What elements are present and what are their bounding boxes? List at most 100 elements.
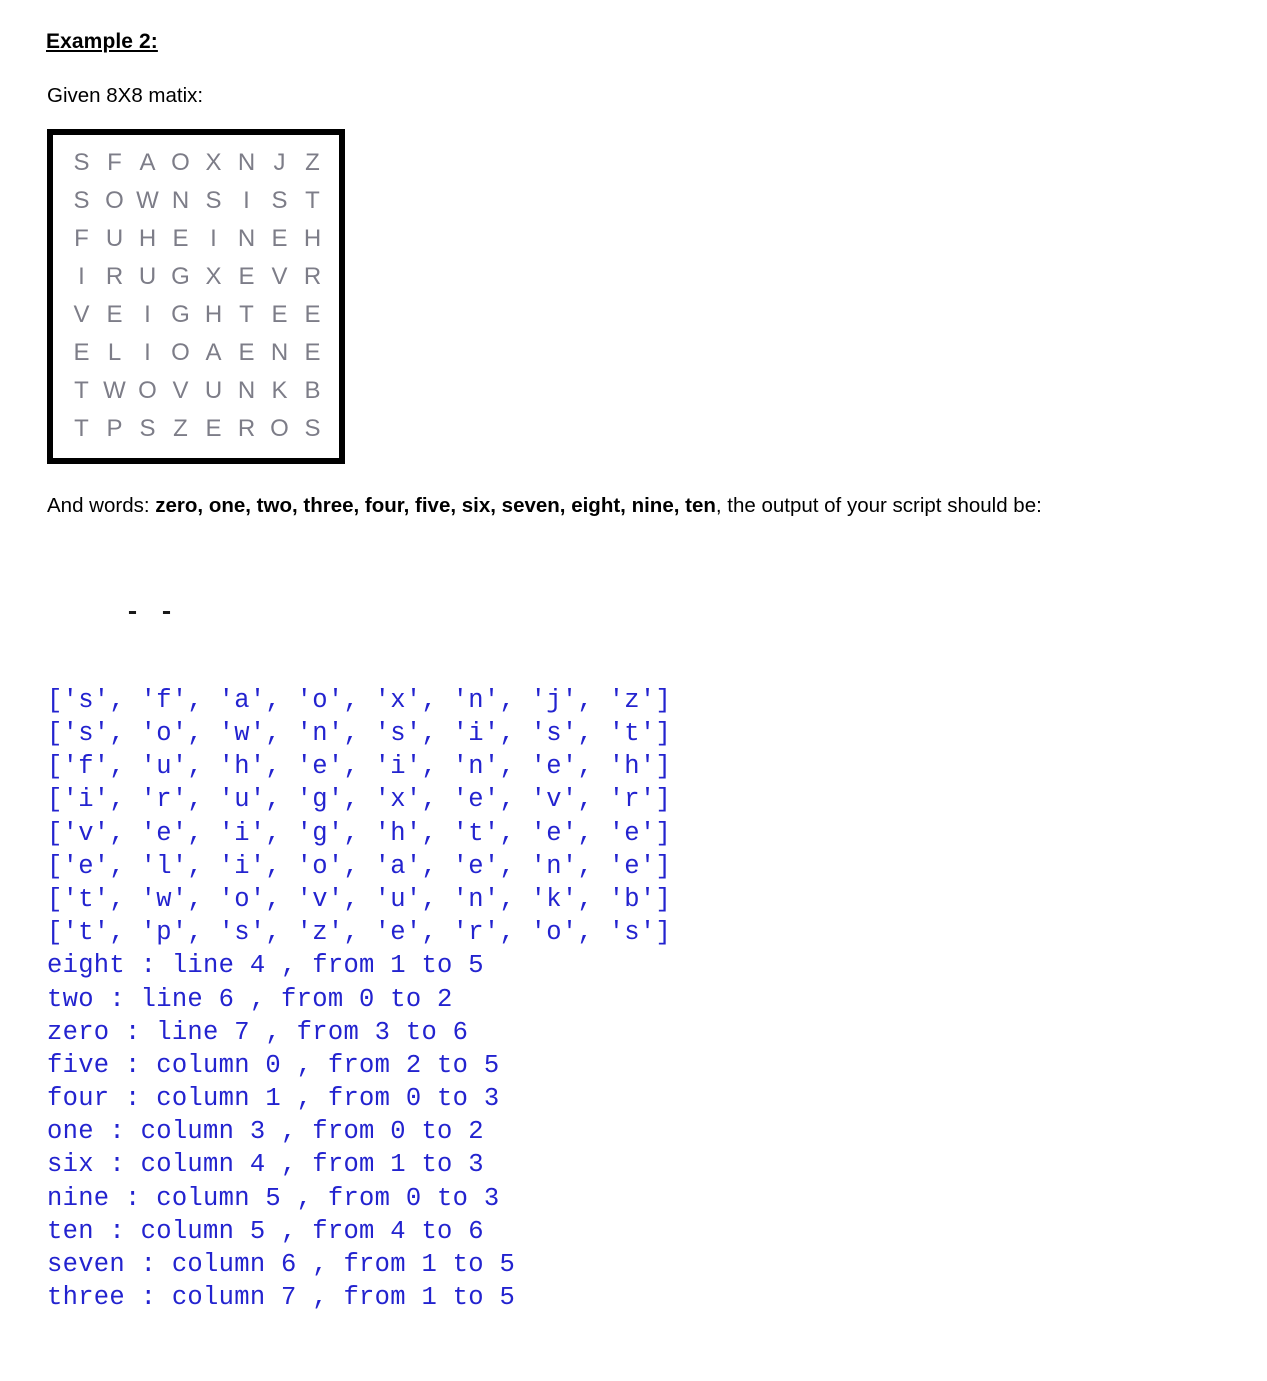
matrix-cell: N [237,225,256,252]
word-four: four, [364,494,410,517]
matrix-cell: E [205,415,222,442]
matrix-cell: J [273,149,286,176]
dash-marker: - - [125,598,177,628]
output-result-line: five : column 0 , from 2 to 5 [47,1050,500,1080]
matrix-cell: P [106,415,123,442]
matrix-cell: A [205,339,222,366]
output-result-line: seven : column 6 , from 1 to 5 [47,1250,516,1279]
output-matrix-line: ['s', 'f', 'a', 'o', 'x', 'n', 'j', 'z'] [47,685,672,715]
word-zero: zero, [155,494,204,517]
words-paragraph: And words: zero, one, two, three, four, … [47,486,1182,525]
matrix-cell: R [105,263,124,290]
matrix-cell: L [107,339,122,366]
matrix-cell: W [103,377,126,404]
matrix-cell: Z [173,415,188,442]
matrix-cell: U [204,377,223,404]
matrix-cell: E [304,301,321,328]
matrix-cell: T [74,377,89,404]
word-three: three, [303,494,360,517]
matrix-cell: V [172,377,189,404]
matrix-cell: I [78,263,85,290]
matrix-cell: S [271,187,288,214]
matrix-cell: E [238,263,255,290]
matrix-cell: S [139,415,156,442]
matrix-cell: O [105,187,124,214]
matrix-cell: N [237,377,256,404]
words-prefix: And words: [47,494,156,517]
matrix-cell: E [271,225,288,252]
matrix-cell: H [138,225,157,252]
matrix-cell: T [74,415,89,442]
matrix-cell: V [271,263,288,290]
matrix-cell: N [237,149,256,176]
output-result-line: four : column 1 , from 0 to 3 [47,1084,500,1114]
output-lines: ['s', 'f', 'a', 'o', 'x', 'n', 'j', 'z']… [47,684,1267,1315]
matrix-cell: Z [305,149,320,176]
document-page: Example 2: Given 8X8 matix: SFAOXNJZSOWN… [0,0,1267,1381]
matrix-row: ELIOAENE [53,334,339,372]
output-result-line: three : column 7 , from 1 to 5 [47,1283,516,1313]
output-matrix-line: ['i', 'r', 'u', 'g', 'x', 'e', 'v', 'r'] [47,785,672,815]
matrix-row: IRUGXEVR [53,258,339,296]
matrix-row: SOWNSIST [53,182,339,220]
matrix-cell: B [304,377,321,404]
matrix-cell: S [304,415,321,442]
matrix-cell: T [239,301,254,328]
letter-matrix: SFAOXNJZSOWNSISTFUHEINEHIRUGXEVRVEIGHTEE… [47,129,345,464]
matrix-cell: U [138,263,157,290]
matrix-cell: E [304,339,321,366]
matrix-wrapper: SFAOXNJZSOWNSISTFUHEINEHIRUGXEVRVEIGHTEE… [47,129,1267,464]
word-two: two, [256,494,298,517]
output-matrix-line: ['t', 'p', 's', 'z', 'e', 'r', 'o', 's'] [47,918,672,948]
matrix-cell: O [171,149,190,176]
matrix-cell: O [138,377,157,404]
matrix-cell: I [144,301,151,328]
matrix-cell: E [172,225,189,252]
matrix-cell: X [205,263,222,290]
output-result-line: six : column 4 , from 1 to 3 [47,1150,484,1180]
output-matrix-line: ['v', 'e', 'i', 'g', 'h', 't', 'e', 'e'] [47,818,672,848]
output-result-line: nine : column 5 , from 0 to 3 [47,1183,500,1213]
output-matrix-line: ['t', 'w', 'o', 'v', 'u', 'n', 'k', 'b'] [47,884,672,914]
matrix-cell: O [270,415,289,442]
word-seven: seven, [501,494,566,517]
matrix-row: FUHEINEH [53,220,339,258]
matrix-caption: Given 8X8 matix: [47,84,204,107]
output-matrix-line: ['f', 'u', 'h', 'e', 'i', 'n', 'e', 'h'] [47,752,672,782]
output-result-line: two : line 6 , from 0 to 2 [47,984,453,1014]
matrix-cell: R [237,415,256,442]
matrix-cell: S [73,187,90,214]
matrix-cell: I [144,339,151,366]
word-nine: nine, [631,494,680,517]
matrix-cell: E [238,339,255,366]
matrix-row: VEIGHTEE [53,296,339,334]
output-result-line: eight : line 4 , from 1 to 5 [47,951,484,981]
matrix-cell: S [73,149,90,176]
matrix-row: SFAOXNJZ [53,144,339,182]
words-suffix: , the output of your script should be: [715,494,1042,517]
matrix-cell: V [73,301,90,328]
matrix-cell: E [73,339,90,366]
matrix-cell: G [171,301,190,328]
word-eight: eight, [571,494,626,517]
matrix-cell: I [210,225,217,252]
matrix-cell: F [74,225,89,252]
matrix-cell: H [204,301,223,328]
word-five: five, [415,494,457,517]
word-six: six, [461,494,496,517]
matrix-cell: X [205,149,222,176]
output-result-line: ten : column 5 , from 4 to 6 [47,1216,484,1246]
matrix-cell: N [171,187,190,214]
matrix-cell: G [171,263,190,290]
matrix-cell: F [107,149,122,176]
matrix-cell: I [243,187,250,214]
matrix-cell: W [136,187,159,214]
output-result-line: one : column 3 , from 0 to 2 [47,1117,484,1147]
word-ten: ten [685,494,716,517]
script-output: - - ['s', 'f', 'a', 'o', 'x', 'n', 'j', … [47,539,1267,1381]
matrix-cell: S [205,187,222,214]
matrix-cell: E [106,301,123,328]
output-matrix-line: ['s', 'o', 'w', 'n', 's', 'i', 's', 't'] [47,719,672,748]
matrix-cell: O [171,339,190,366]
matrix-cell: U [105,225,124,252]
